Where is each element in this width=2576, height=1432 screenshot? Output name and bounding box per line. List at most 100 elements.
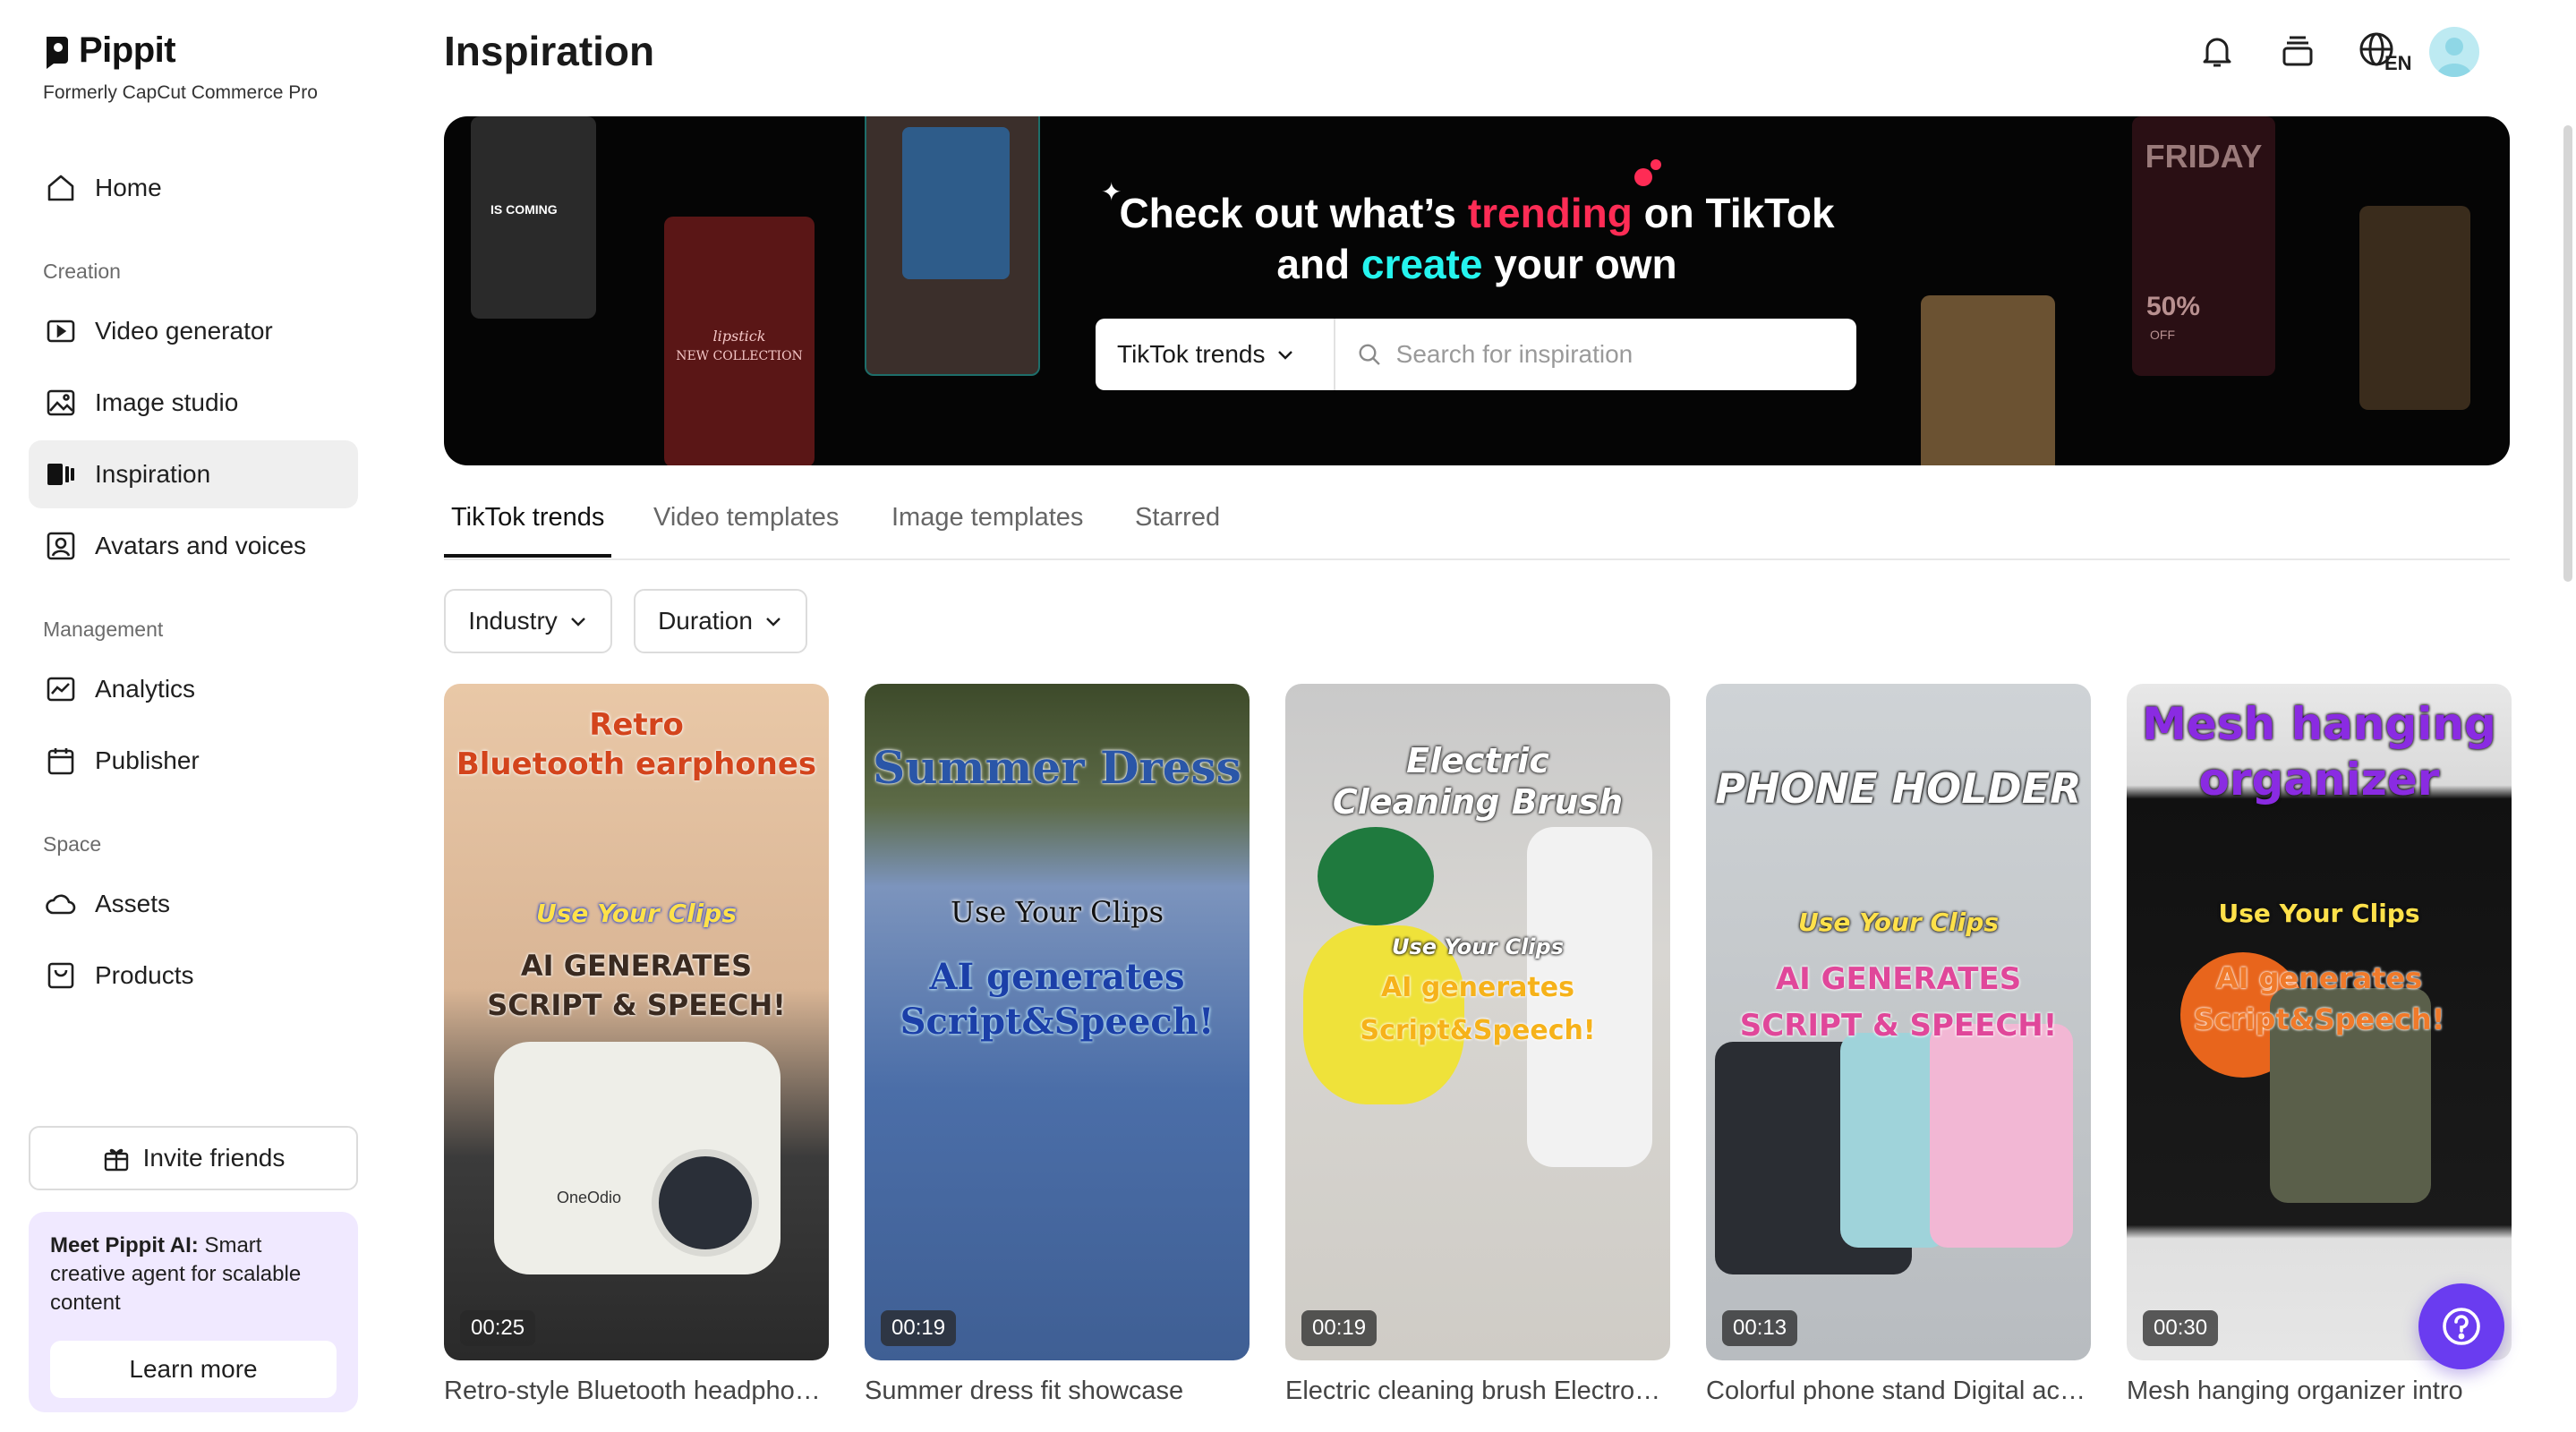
template-card[interactable]: Summer Dress Use Your Clips AI generates…	[865, 684, 1250, 1406]
invite-friends-button[interactable]: Invite friends	[29, 1126, 358, 1190]
filter-label: Industry	[468, 607, 558, 635]
thumb-caption: Summer Dress	[873, 741, 1241, 794]
thumb-caption: Script&Speech!	[2193, 1002, 2445, 1036]
filter-label: Duration	[658, 607, 753, 635]
card-title[interactable]: Retro-style Bluetooth headphones	[444, 1377, 829, 1406]
sidebar-item-inspiration[interactable]: Inspiration	[29, 440, 358, 508]
learn-more-button[interactable]: Learn more	[50, 1341, 337, 1398]
card-title[interactable]: Mesh hanging organizer intro	[2127, 1377, 2512, 1406]
headline-text: your own	[1482, 241, 1677, 287]
template-card[interactable]: PHONE HOLDER Use Your Clips AI GENERATES…	[1706, 684, 2091, 1406]
product-image: OneOdio	[494, 1042, 780, 1274]
sidebar-item-home[interactable]: Home	[29, 154, 358, 222]
thumb-caption: Use Your Clips	[1392, 934, 1564, 959]
headline-text: on TikTok	[1632, 190, 1835, 236]
help-button[interactable]	[2418, 1283, 2504, 1369]
avatar[interactable]	[2429, 27, 2479, 77]
thumb-caption: Use Your Clips	[1798, 908, 1999, 937]
card-thumbnail[interactable]: Retro Bluetooth earphones Use Your Clips…	[444, 684, 829, 1360]
brand[interactable]: Pippit	[43, 30, 176, 71]
sidebar: Pippit Formerly CapCut Commerce Pro Home…	[0, 0, 385, 1432]
template-card[interactable]: Electric Cleaning Brush Use Your Clips A…	[1285, 684, 1670, 1406]
industry-filter[interactable]: Industry	[444, 589, 612, 653]
headline-highlight-create: create	[1361, 241, 1483, 287]
search-field	[1335, 340, 1856, 369]
pippit-logo-icon	[47, 36, 68, 69]
content-tabs: TikTok trends Video templates Image temp…	[444, 483, 2510, 560]
thumb-caption: AI generates	[2215, 961, 2423, 995]
sidebar-item-label: Assets	[95, 890, 171, 917]
product-box-icon	[47, 962, 74, 989]
thumb-caption: PHONE HOLDER	[1715, 764, 2082, 813]
calendar-icon	[47, 748, 74, 775]
avatar-voice-icon	[47, 532, 75, 560]
sidebar-item-label: Publisher	[95, 746, 200, 774]
headline-highlight-trending: trending	[1467, 190, 1633, 236]
thumb-text: 50%	[2146, 292, 2201, 321]
search-category-dropdown[interactable]: TikTok trends	[1096, 319, 1335, 390]
analytics-icon	[47, 677, 75, 702]
headline-text: and	[1276, 241, 1361, 287]
sidebar-item-products[interactable]: Products	[29, 942, 358, 1010]
thumb-caption: Script&Speech!	[1360, 1015, 1596, 1046]
thumb-caption: AI GENERATES	[1775, 961, 2022, 997]
sidebar-item-label: Image studio	[95, 388, 239, 416]
card-title[interactable]: Electric cleaning brush Electronics	[1285, 1377, 1670, 1406]
sidebar-item-assets[interactable]: Assets	[29, 870, 358, 938]
card-title[interactable]: Colorful phone stand Digital accessories	[1706, 1377, 2091, 1406]
thumb-caption: AI generates	[929, 956, 1185, 998]
cloud-icon	[46, 894, 76, 915]
duration-badge: 00:30	[2143, 1310, 2219, 1346]
sidebar-item-label: Inspiration	[95, 460, 211, 488]
sidebar-item-label: Products	[95, 961, 194, 989]
duration-badge: 00:19	[881, 1310, 957, 1346]
hero-banner: IS COMING lipstick NEW COLLECTION FRIDAY…	[444, 116, 2510, 465]
section-label-creation: Creation	[43, 260, 121, 283]
tab-tiktok-trends[interactable]: TikTok trends	[444, 503, 612, 558]
sidebar-item-label: Analytics	[95, 675, 196, 703]
video-generator-icon	[47, 320, 75, 343]
sidebar-item-analytics[interactable]: Analytics	[29, 655, 358, 723]
sidebar-item-image-studio[interactable]: Image studio	[29, 369, 358, 437]
thumb-caption: Use Your Clips	[2218, 899, 2420, 928]
template-card[interactable]: Retro Bluetooth earphones Use Your Clips…	[444, 684, 829, 1406]
sidebar-item-label: Video generator	[95, 317, 273, 345]
card-thumbnail[interactable]: Electric Cleaning Brush Use Your Clips A…	[1285, 684, 1670, 1360]
tab-video-templates[interactable]: Video templates	[646, 503, 846, 554]
bell-icon[interactable]	[2196, 30, 2238, 72]
banner-thumbnail	[1921, 295, 2055, 465]
thumb-text: lipstick	[712, 328, 766, 345]
brand-name: Pippit	[79, 30, 176, 70]
search-input[interactable]	[1395, 340, 1856, 369]
search-icon	[1359, 344, 1380, 365]
user-avatar-icon	[2436, 38, 2472, 77]
stack-icon[interactable]	[2277, 30, 2318, 72]
inspiration-search: TikTok trends	[1096, 319, 1856, 390]
headline-text: Check out what’s	[1119, 190, 1468, 236]
chevron-down-icon	[570, 618, 585, 626]
card-title[interactable]: Summer dress fit showcase	[865, 1377, 1250, 1406]
card-thumbnail[interactable]: Summer Dress Use Your Clips AI generates…	[865, 684, 1250, 1360]
sidebar-item-avatars-voices[interactable]: Avatars and voices	[29, 512, 358, 580]
duration-badge: 00:13	[1722, 1310, 1798, 1346]
thumb-text: NEW COLLECTION	[676, 349, 803, 363]
thumb-caption: SCRIPT & SPEECH!	[487, 988, 786, 1022]
sidebar-item-publisher[interactable]: Publisher	[29, 727, 358, 795]
sidebar-item-video-generator[interactable]: Video generator	[29, 297, 358, 365]
tab-starred[interactable]: Starred	[1128, 503, 1227, 554]
search-category-value: TikTok trends	[1117, 340, 1266, 368]
card-thumbnail[interactable]: PHONE HOLDER Use Your Clips AI GENERATES…	[1706, 684, 2091, 1360]
page-scrollbar[interactable]	[2563, 125, 2572, 582]
language-code: EN	[2384, 52, 2411, 72]
page-title: Inspiration	[444, 28, 655, 74]
globe-language-icon[interactable]: EN	[2358, 30, 2411, 72]
thumb-caption: Bluetooth earphones	[456, 746, 817, 782]
card-thumbnail[interactable]: Mesh hanging organizer Use Your Clips AI…	[2127, 684, 2512, 1360]
chevron-down-icon	[766, 618, 780, 626]
home-icon	[47, 175, 74, 201]
tab-image-templates[interactable]: Image templates	[884, 503, 1090, 554]
duration-filter[interactable]: Duration	[634, 589, 807, 653]
thumb-text: FRIDAY	[2145, 138, 2263, 175]
sidebar-item-label: Home	[95, 174, 162, 201]
thumb-caption: Electric	[1406, 741, 1549, 780]
